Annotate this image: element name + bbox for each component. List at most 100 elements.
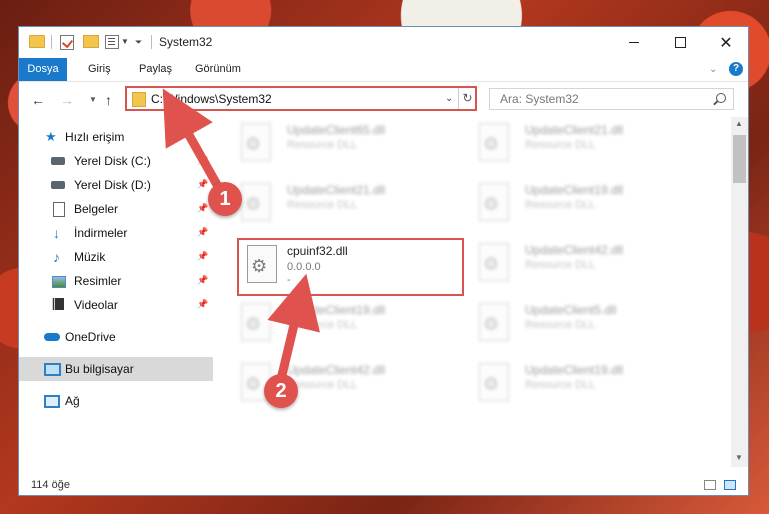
sidebar-item-label: Resimler <box>74 274 122 288</box>
file-name: UpdateClient19.dll <box>525 183 624 197</box>
downloads-icon: ↓ <box>53 225 60 241</box>
navigation-bar: ← → ▼ ↑ C:\Windows\System32 ⌄ ↻ Ara: Sys… <box>19 82 748 116</box>
dll-file-icon <box>241 183 271 221</box>
list-item[interactable]: UpdateClient21.dll Resource DLL <box>463 117 683 173</box>
navigation-pane: ★ Hızlı erişim Yerel Disk (C:) 📌 Yerel D… <box>19 117 213 467</box>
separator <box>151 35 152 49</box>
search-placeholder: Ara: System32 <box>500 92 579 106</box>
minimize-button[interactable] <box>611 27 657 58</box>
file-extra: - <box>287 274 291 286</box>
sidebar-item-quick-access[interactable]: ★ Hızlı erişim <box>19 125 213 149</box>
dll-file-icon <box>479 183 509 221</box>
address-path[interactable]: C:\Windows\System32 <box>151 92 272 106</box>
dll-file-icon <box>479 363 509 401</box>
dll-file-icon <box>479 243 509 281</box>
status-bar: 114 öğe <box>19 475 748 495</box>
pin-icon[interactable]: 📌 <box>197 203 208 214</box>
sidebar-item-onedrive[interactable]: OneDrive <box>19 325 213 349</box>
forward-arrow-icon[interactable]: → <box>60 92 74 108</box>
videos-icon <box>52 298 64 310</box>
file-type: Resource DLL <box>525 139 596 151</box>
callout-2: 2 <box>264 374 298 408</box>
dll-file-icon <box>241 303 271 341</box>
file-type: Resource DLL <box>525 199 596 211</box>
customize-quick-access-icon[interactable]: ⏷ <box>135 37 142 48</box>
tab-view[interactable]: Görünüm <box>187 58 249 81</box>
window-title: System32 <box>159 35 213 49</box>
sidebar-item-label: OneDrive <box>65 330 116 344</box>
file-version: 0.0.0.0 <box>287 261 321 273</box>
list-item[interactable]: UpdateClient42.dll Resource DLL <box>463 237 683 293</box>
vertical-scrollbar[interactable]: ▲ ▼ <box>731 117 748 467</box>
folder-icon <box>29 35 45 48</box>
tiles-view-icon[interactable] <box>724 480 736 490</box>
sidebar-item-label: Belgeler <box>74 202 119 216</box>
sidebar-item-network[interactable]: Ağ <box>19 389 213 413</box>
file-type: Resource DLL <box>287 319 358 331</box>
tab-share[interactable]: Paylaş <box>131 58 180 81</box>
pin-icon[interactable]: 📌 <box>197 179 208 190</box>
recent-locations-icon[interactable]: ▼ <box>89 95 97 104</box>
address-dropdown-icon[interactable]: ⌄ <box>445 93 453 104</box>
properties-icon[interactable] <box>105 35 119 49</box>
computer-icon <box>44 363 61 376</box>
details-view-icon[interactable] <box>704 480 716 490</box>
sidebar-item-videos[interactable]: Videolar 📌 <box>19 293 213 317</box>
scroll-thumb[interactable] <box>733 135 746 183</box>
address-bar[interactable]: C:\Windows\System32 ⌄ ↻ <box>125 86 477 111</box>
file-explorer-window: ▼ ⏷ System32 ✕ Dosya Giriş Paylaş Görünü… <box>18 26 749 496</box>
list-item[interactable]: UpdateClient19.dll Resource DLL <box>225 297 445 353</box>
sidebar-item-downloads[interactable]: ↓ İndirmeler 📌 <box>19 221 213 245</box>
selected-file-cpuinf32[interactable]: cpuinf32.dll 0.0.0.0 - <box>237 238 464 296</box>
list-item[interactable]: UpdateClient42.dll Resource DLL <box>225 357 445 413</box>
ribbon: Dosya Giriş Paylaş Görünüm ⌄ ? <box>19 58 748 82</box>
file-name: UpdateClient42.dll <box>525 243 624 257</box>
pin-icon[interactable]: 📌 <box>197 251 208 262</box>
chevron-down-icon[interactable]: ▼ <box>121 37 129 46</box>
sidebar-item-disk-c[interactable]: Yerel Disk (C:) 📌 <box>19 149 213 173</box>
search-icon[interactable] <box>716 93 726 103</box>
sidebar-item-music[interactable]: ♪ Müzik 📌 <box>19 245 213 269</box>
up-arrow-icon[interactable]: ↑ <box>105 92 112 108</box>
sidebar-item-disk-d[interactable]: Yerel Disk (D:) 📌 <box>19 173 213 197</box>
pin-icon[interactable]: 📌 <box>197 227 208 238</box>
sidebar-item-label: Yerel Disk (D:) <box>74 178 151 192</box>
file-list: UpdateClient65.dll Resource DLL UpdateCl… <box>225 117 725 467</box>
pin-icon[interactable]: 📌 <box>197 275 208 286</box>
back-arrow-icon[interactable]: ← <box>31 92 45 108</box>
separator <box>51 35 52 49</box>
new-folder-icon[interactable] <box>83 35 99 48</box>
pin-icon[interactable]: 📌 <box>197 299 208 310</box>
list-item[interactable]: UpdateClient21.dll Resource DLL <box>225 177 445 233</box>
file-name: UpdateClient21.dll <box>287 183 386 197</box>
help-icon[interactable]: ? <box>729 62 743 76</box>
expand-ribbon-icon[interactable]: ⌄ <box>709 64 717 75</box>
disk-icon <box>51 181 65 189</box>
close-button[interactable]: ✕ <box>703 27 749 58</box>
refresh-icon[interactable]: ↻ <box>458 88 476 109</box>
scroll-down-icon[interactable]: ▼ <box>735 453 743 462</box>
tab-home[interactable]: Giriş <box>80 58 119 81</box>
search-input[interactable]: Ara: System32 <box>489 88 734 110</box>
disk-icon <box>51 157 65 165</box>
dll-file-icon <box>247 245 277 283</box>
list-item[interactable]: UpdateClient5.dll Resource DLL <box>463 297 683 353</box>
file-type: Resource DLL <box>525 259 596 271</box>
list-item[interactable]: UpdateClient19.dll Resource DLL <box>463 177 683 233</box>
properties-check-icon[interactable] <box>60 35 74 50</box>
sidebar-item-documents[interactable]: Belgeler 📌 <box>19 197 213 221</box>
sidebar-item-pictures[interactable]: Resimler 📌 <box>19 269 213 293</box>
maximize-button[interactable] <box>657 27 703 58</box>
pin-icon[interactable]: 📌 <box>197 155 208 166</box>
list-item[interactable]: UpdateClient65.dll Resource DLL <box>225 117 445 173</box>
sidebar-item-label: Bu bilgisayar <box>65 362 134 376</box>
file-name: UpdateClient65.dll <box>287 123 386 137</box>
sidebar-item-label: Videolar <box>74 298 118 312</box>
sidebar-item-label: İndirmeler <box>74 226 128 240</box>
sidebar-item-label: Yerel Disk (C:) <box>74 154 151 168</box>
scroll-up-icon[interactable]: ▲ <box>735 119 743 128</box>
sidebar-item-this-pc[interactable]: Bu bilgisayar <box>19 357 213 381</box>
tab-file[interactable]: Dosya <box>19 58 67 81</box>
list-item[interactable]: UpdateClient19.dll Resource DLL <box>463 357 683 413</box>
music-icon: ♪ <box>53 249 60 265</box>
